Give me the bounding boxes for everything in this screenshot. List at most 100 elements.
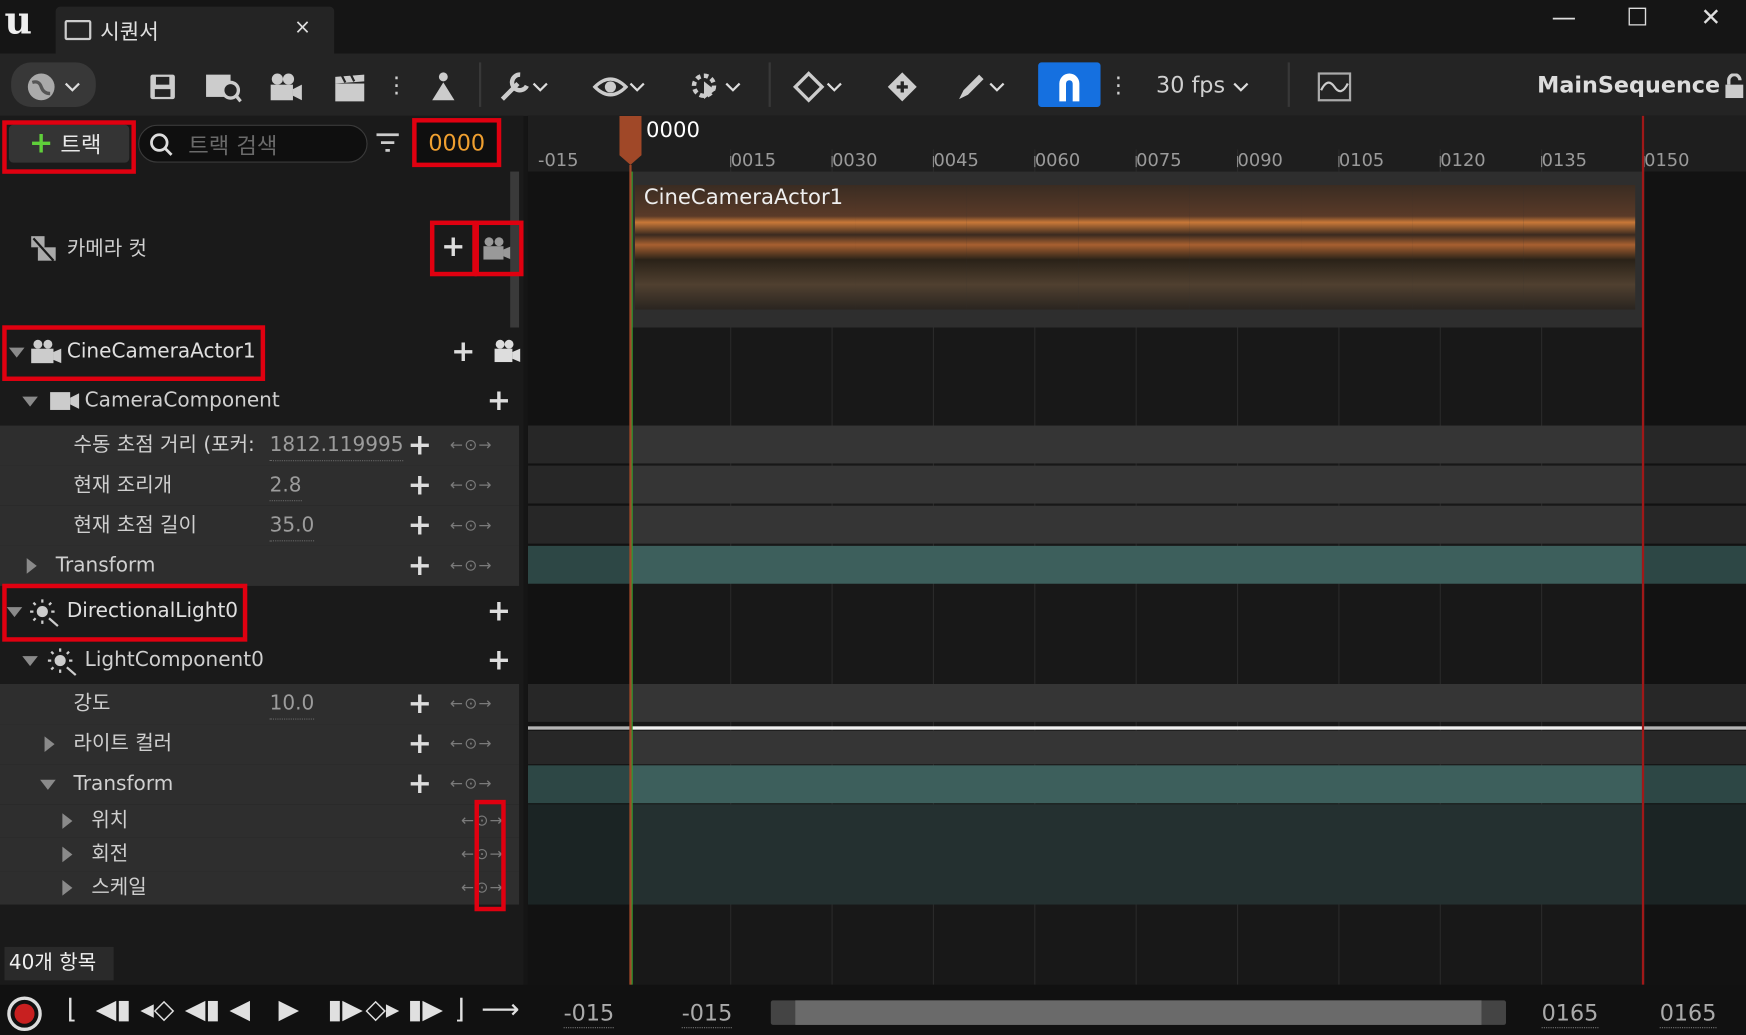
add-key-button[interactable]: +: [408, 426, 432, 466]
add-key-button[interactable]: +: [408, 764, 432, 804]
expand-arrow-icon[interactable]: [62, 813, 73, 829]
next-key-icon[interactable]: ◇▸: [365, 989, 399, 1029]
intensity-value[interactable]: 10.0: [269, 688, 315, 720]
add-key-button[interactable]: +: [408, 466, 432, 506]
add-cut-button[interactable]: +: [441, 227, 465, 267]
focus-distance-track[interactable]: 수동 초점 거리 (포커: 1812.119995 + ←⊙→: [0, 425, 520, 466]
browse-button[interactable]: [201, 62, 246, 107]
step-back-icon[interactable]: ◀▮: [185, 989, 220, 1029]
add-subtrack-button[interactable]: +: [487, 592, 511, 632]
world-settings-button[interactable]: [11, 62, 96, 107]
camera-cuts-track[interactable]: 카메라 컷 +: [0, 221, 524, 279]
auto-key-button[interactable]: [880, 62, 925, 107]
expand-arrow-icon[interactable]: [62, 846, 73, 863]
key-navigation-icon[interactable]: ←⊙→: [450, 426, 493, 466]
key-navigation-icon[interactable]: ←⊙→: [450, 724, 493, 764]
tab-close-icon[interactable]: ×: [294, 16, 311, 39]
expand-arrow-icon[interactable]: [44, 736, 55, 752]
key-navigation-icon[interactable]: ←⊙→: [461, 838, 504, 871]
key-dropdown[interactable]: [784, 62, 851, 107]
track-search-input[interactable]: 트랙 검색: [138, 124, 368, 163]
more-options-icon[interactable]: ⋮: [385, 62, 407, 107]
lane-light-transform-children[interactable]: [527, 804, 1746, 905]
transform-track[interactable]: Transform + ←⊙→: [0, 545, 520, 586]
snap-options-icon[interactable]: ⋮: [1107, 62, 1129, 107]
maximize-button[interactable]: ☐: [1615, 4, 1660, 32]
light-color-track[interactable]: 라이트 컬러 + ←⊙→: [0, 724, 520, 765]
cine-camera-track[interactable]: CineCameraActor1 +: [0, 332, 524, 372]
timeline-scrollbar[interactable]: [770, 1000, 1506, 1025]
play-icon[interactable]: ▶: [278, 989, 299, 1029]
working-range-end[interactable]: 0165: [1541, 998, 1599, 1029]
add-property-button[interactable]: +: [487, 641, 511, 681]
previous-frame-keyed-icon[interactable]: ◂◇: [140, 989, 174, 1029]
add-key-button[interactable]: +: [408, 506, 432, 546]
outliner-scrollbar[interactable]: [510, 171, 520, 328]
expand-arrow-icon[interactable]: [8, 347, 25, 358]
lane-light-transform[interactable]: [527, 765, 1746, 804]
camera-icon[interactable]: [492, 339, 521, 366]
record-icon[interactable]: [7, 996, 43, 1032]
aperture-track[interactable]: 현재 조리개 2.8 + ←⊙→: [0, 465, 520, 506]
focus-distance-value[interactable]: 1812.119995: [269, 430, 404, 462]
key-navigation-icon[interactable]: ←⊙→: [461, 804, 504, 837]
lane-intensity[interactable]: [527, 683, 1746, 722]
filter-icon[interactable]: [374, 129, 401, 160]
jump-to-end-icon[interactable]: ⌋: [454, 989, 464, 1029]
minimize-button[interactable]: —: [1542, 4, 1587, 32]
end-range-line[interactable]: [1641, 115, 1645, 985]
lock-icon[interactable]: [1722, 62, 1746, 107]
previous-key-icon[interactable]: ◀▮: [96, 989, 131, 1029]
step-forward-icon[interactable]: ▮▶: [327, 989, 362, 1029]
key-navigation-icon[interactable]: ←⊙→: [450, 546, 493, 586]
current-frame-field[interactable]: 0000: [416, 122, 497, 163]
render-movie-button[interactable]: [327, 62, 372, 107]
lane-transform[interactable]: [527, 545, 1746, 584]
camera-component-track[interactable]: CameraComponent +: [0, 381, 524, 421]
expand-arrow-icon[interactable]: [40, 779, 56, 790]
focal-length-track[interactable]: 현재 초점 길이 35.0 + ←⊙→: [0, 505, 520, 546]
lane-light-color[interactable]: [527, 730, 1746, 765]
lane-focus-distance[interactable]: [527, 425, 1746, 464]
scale-track[interactable]: 스케일 ←⊙→: [0, 871, 520, 905]
loop-icon[interactable]: ⟶: [481, 989, 519, 1029]
fps-dropdown[interactable]: 30 fps: [1150, 62, 1257, 107]
light-component-track[interactable]: LightComponent0 +: [0, 641, 524, 681]
jump-to-start-icon[interactable]: ⌊: [67, 989, 77, 1029]
view-range-start[interactable]: -015: [563, 998, 615, 1029]
edit-mode-dropdown[interactable]: [947, 62, 1014, 107]
add-track-button[interactable]: + 트랙: [8, 124, 130, 163]
tools-dropdown[interactable]: [490, 62, 557, 107]
tab-sequencer[interactable]: 시퀀서 ×: [55, 6, 335, 54]
save-button[interactable]: [145, 62, 181, 107]
playhead-handle[interactable]: [619, 115, 642, 165]
intensity-track[interactable]: 강도 10.0 + ←⊙→: [0, 683, 520, 725]
expand-arrow-icon[interactable]: [22, 656, 38, 667]
light-transform-track[interactable]: Transform + ←⊙→: [0, 764, 520, 805]
key-navigation-icon[interactable]: ←⊙→: [450, 684, 493, 724]
location-track[interactable]: 위치 ←⊙→: [0, 804, 520, 838]
directional-light-track[interactable]: DirectionalLight0 +: [0, 592, 524, 632]
key-navigation-icon[interactable]: ←⊙→: [450, 506, 493, 546]
play-reverse-icon[interactable]: ◀: [229, 989, 250, 1029]
actors-button[interactable]: [421, 62, 466, 107]
snap-toggle[interactable]: [1038, 62, 1101, 107]
playback-options-dropdown[interactable]: [682, 62, 749, 107]
key-navigation-icon[interactable]: ←⊙→: [461, 871, 504, 904]
focal-length-value[interactable]: 35.0: [269, 510, 315, 542]
jump-forward-icon[interactable]: ▮▶: [408, 989, 443, 1029]
add-key-button[interactable]: +: [408, 546, 432, 586]
expand-arrow-icon[interactable]: [26, 558, 37, 574]
key-navigation-icon[interactable]: ←⊙→: [450, 764, 493, 804]
expand-arrow-icon[interactable]: [6, 607, 23, 618]
add-property-button[interactable]: +: [487, 381, 511, 421]
add-subtrack-button[interactable]: +: [451, 332, 475, 372]
camera-icon[interactable]: [481, 236, 512, 263]
lane-aperture[interactable]: [527, 465, 1746, 504]
view-dropdown[interactable]: [586, 62, 653, 107]
scrollbar-thumb[interactable]: [795, 1000, 1482, 1025]
expand-arrow-icon[interactable]: [22, 396, 38, 407]
add-key-button[interactable]: +: [408, 684, 432, 724]
key-navigation-icon[interactable]: ←⊙→: [450, 466, 493, 506]
lane-focal-length[interactable]: [527, 505, 1746, 544]
